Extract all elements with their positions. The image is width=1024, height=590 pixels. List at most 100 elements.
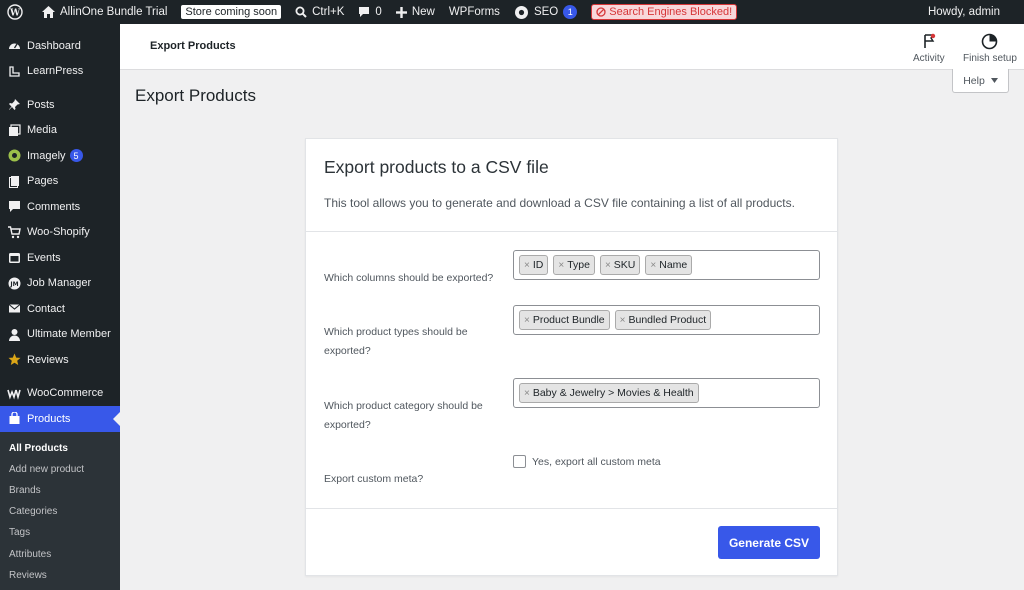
woo-icon xyxy=(7,386,21,400)
product-types-select[interactable]: × Product Bundle × Bundled Product xyxy=(513,305,820,335)
progress-circle-icon xyxy=(981,32,998,50)
tag-chip: × Bundled Product xyxy=(614,310,712,330)
tag-chip: × Type xyxy=(553,255,595,275)
product-types-label: Which product types should be exported? xyxy=(324,326,468,357)
caret-down-icon xyxy=(990,78,998,83)
comments-count: 0 xyxy=(375,6,382,18)
site-name: AllinOne Bundle Trial xyxy=(60,6,168,18)
learnpress-icon xyxy=(7,64,21,78)
remove-tag-icon[interactable]: × xyxy=(524,315,530,326)
sidebar-item-events[interactable]: Events xyxy=(0,245,120,271)
star-icon xyxy=(7,353,21,367)
comment-icon xyxy=(7,200,21,214)
remove-tag-icon[interactable]: × xyxy=(558,260,564,271)
comments-link[interactable]: 0 xyxy=(351,0,388,24)
sidebar-item-media[interactable]: Media xyxy=(0,118,120,144)
imagely-count-badge: 5 xyxy=(69,149,83,163)
sidebar-item-label: Dashboard xyxy=(27,39,81,52)
my-account-link[interactable]: Howdy, admin xyxy=(921,0,1024,24)
columns-select[interactable]: × ID × Type × SKU × Name xyxy=(513,250,820,280)
sidebar-item-label: Job Manager xyxy=(27,277,92,290)
sidebar-item-label: Imagely xyxy=(27,149,66,162)
sidebar-item-label: Reviews xyxy=(27,353,69,366)
help-button[interactable]: Help xyxy=(952,69,1009,93)
submenu-item-add-new-product[interactable]: Add new product xyxy=(0,459,120,480)
sidebar-item-job-manager[interactable]: JM Job Manager xyxy=(0,271,120,297)
search-engines-blocked-badge: Search Engines Blocked! xyxy=(591,4,738,20)
sidebar-item-dashboard[interactable]: Dashboard xyxy=(0,33,120,59)
new-content-link[interactable]: New xyxy=(389,0,442,24)
sidebar-item-posts[interactable]: Posts xyxy=(0,92,120,118)
search-icon xyxy=(295,6,307,18)
export-card-heading: Export products to a CSV file xyxy=(324,157,549,177)
blocked-label: Search Engines Blocked! xyxy=(609,6,733,18)
page-header-bar: Export Products Activity Finish setup xyxy=(120,24,1024,70)
new-label: New xyxy=(411,6,435,18)
sidebar-item-reviews[interactable]: Reviews xyxy=(0,347,120,373)
finish-setup-button[interactable]: Finish setup xyxy=(963,32,1017,64)
export-card-footer: Generate CSV xyxy=(306,508,837,576)
help-label: Help xyxy=(963,74,985,87)
remove-tag-icon[interactable]: × xyxy=(524,388,530,399)
sidebar-item-label: Posts xyxy=(27,98,55,111)
site-name-link[interactable]: AllinOne Bundle Trial xyxy=(35,0,174,24)
wordpress-logo-button[interactable]: W xyxy=(0,0,35,24)
command-palette-button[interactable]: Ctrl+K xyxy=(288,0,351,24)
activity-label: Activity xyxy=(913,53,945,64)
blocked-icon xyxy=(596,7,606,17)
tag-label: Type xyxy=(567,259,590,271)
submenu-item-attributes[interactable]: Attributes xyxy=(0,543,120,564)
calendar-icon xyxy=(7,251,21,265)
sidebar-item-label: WooCommerce xyxy=(27,387,104,400)
finish-setup-label: Finish setup xyxy=(963,53,1017,64)
sidebar-item-woo-shopify[interactable]: Woo-Shopify xyxy=(0,220,120,246)
wordpress-icon: W xyxy=(7,4,23,20)
remove-tag-icon[interactable]: × xyxy=(620,315,626,326)
tag-label: Product Bundle xyxy=(532,314,605,326)
mail-icon xyxy=(7,302,21,316)
svg-text:JM: JM xyxy=(9,281,18,288)
cart-icon xyxy=(7,225,21,239)
sidebar-item-woocommerce[interactable]: WooCommerce xyxy=(0,381,120,407)
tag-chip: × ID xyxy=(519,255,549,275)
sidebar-item-ultimate-member[interactable]: Ultimate Member xyxy=(0,322,120,348)
sidebar-item-label: Comments xyxy=(27,200,81,213)
remove-tag-icon[interactable]: × xyxy=(524,260,530,271)
submenu-item-brands[interactable]: Brands xyxy=(0,480,120,501)
store-status-link[interactable]: Store coming soon xyxy=(174,0,288,24)
submenu-item-categories[interactable]: Categories xyxy=(0,501,120,522)
wpforms-link[interactable]: WPForms xyxy=(442,0,507,24)
columns-label: Which columns should be exported? xyxy=(324,272,494,284)
pages-icon xyxy=(7,174,21,188)
imagely-icon xyxy=(7,149,21,163)
sidebar-item-contact[interactable]: Contact xyxy=(0,296,120,322)
submenu-item-reviews[interactable]: Reviews xyxy=(0,565,120,586)
howdy-label: Howdy, admin xyxy=(927,6,1000,18)
media-icon xyxy=(7,123,21,137)
sidebar-item-comments[interactable]: Comments xyxy=(0,194,120,220)
sidebar-item-learnpress[interactable]: LearnPress xyxy=(0,59,120,85)
submenu-item-all-products[interactable]: All Products xyxy=(0,438,120,459)
product-category-label: Which product category should be exporte… xyxy=(324,400,483,431)
submenu-item-tags[interactable]: Tags xyxy=(0,522,120,543)
sidebar-item-pages[interactable]: Pages xyxy=(0,169,120,195)
products-submenu: All Products Add new product Brands Cate… xyxy=(0,431,120,590)
generate-csv-button[interactable]: Generate CSV xyxy=(718,526,820,559)
activity-button[interactable]: Activity xyxy=(913,32,945,64)
tag-chip: × SKU xyxy=(599,255,641,275)
remove-tag-icon[interactable]: × xyxy=(650,260,656,271)
search-engines-blocked-link[interactable]: Search Engines Blocked! xyxy=(584,0,744,24)
seo-link[interactable]: SEO 1 xyxy=(507,0,584,24)
tag-label: Baby & Jewelry > Movies & Health xyxy=(532,387,694,399)
tag-label: Name xyxy=(659,259,688,271)
export-card-header: Export products to a CSV file This tool … xyxy=(306,139,837,232)
sidebar-item-products[interactable]: Products xyxy=(0,406,120,432)
product-category-select[interactable]: × Baby & Jewelry > Movies & Health xyxy=(513,378,820,408)
custom-meta-checkbox[interactable] xyxy=(513,455,526,468)
sidebar-item-label: Products xyxy=(27,412,71,425)
tag-label: ID xyxy=(532,259,544,271)
custom-meta-checkbox-label[interactable]: Yes, export all custom meta xyxy=(532,456,661,468)
tag-label: SKU xyxy=(613,259,636,271)
sidebar-item-imagely[interactable]: Imagely 5 xyxy=(0,143,120,169)
remove-tag-icon[interactable]: × xyxy=(605,260,611,271)
